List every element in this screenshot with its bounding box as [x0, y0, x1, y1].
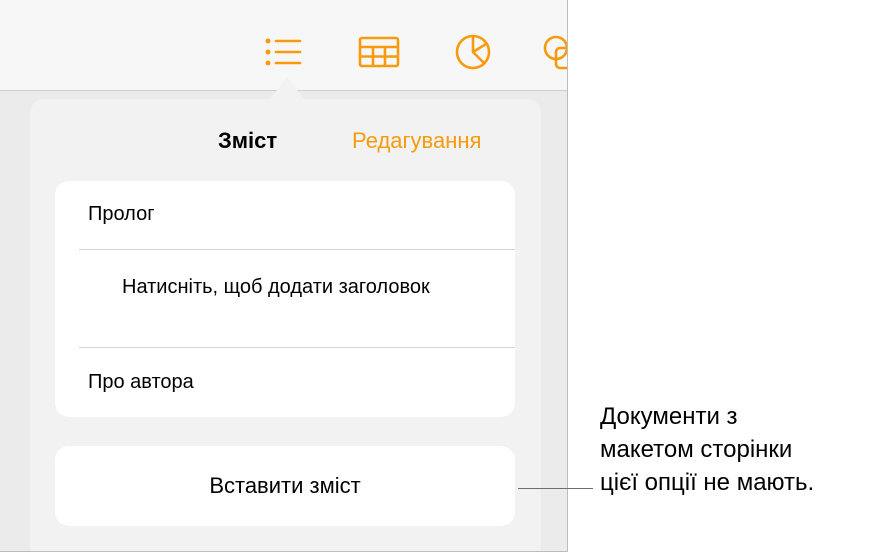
- insert-chart-button[interactable]: [451, 30, 495, 74]
- callout-leader-line: [518, 488, 593, 489]
- insert-shape-button[interactable]: [538, 30, 567, 74]
- toc-item-prologue[interactable]: Пролог: [55, 201, 515, 227]
- shapes-icon: [543, 35, 567, 70]
- callout-line-1: Документи з: [600, 403, 738, 430]
- insert-table-button[interactable]: [357, 30, 401, 74]
- toc-item-about-author[interactable]: Про автора: [55, 369, 515, 395]
- edit-button[interactable]: Редагування: [352, 128, 481, 154]
- divider: [79, 249, 515, 250]
- toc-item-add-heading[interactable]: Натисніть, щоб додати заголовок: [55, 274, 482, 300]
- list-icon: [265, 38, 302, 66]
- toc-list-button[interactable]: [262, 30, 306, 74]
- popover-arrow: [270, 77, 304, 99]
- divider: [79, 347, 515, 348]
- chart-icon: [455, 34, 491, 70]
- callout-line-2: макетом сторінки: [600, 436, 793, 463]
- callout-text: Документи з макетом сторінки цієї опції …: [600, 400, 868, 499]
- ipad-screen: Зміст Редагування Пролог Натисніть, щоб …: [0, 0, 568, 552]
- insert-toc-button[interactable]: Вставити зміст: [55, 446, 515, 526]
- popover-title: Зміст: [218, 128, 278, 153]
- toc-list: Пролог Натисніть, щоб додати заголовок П…: [55, 181, 515, 417]
- callout-line-3: цієї опції не мають.: [600, 469, 815, 496]
- table-icon: [358, 36, 400, 68]
